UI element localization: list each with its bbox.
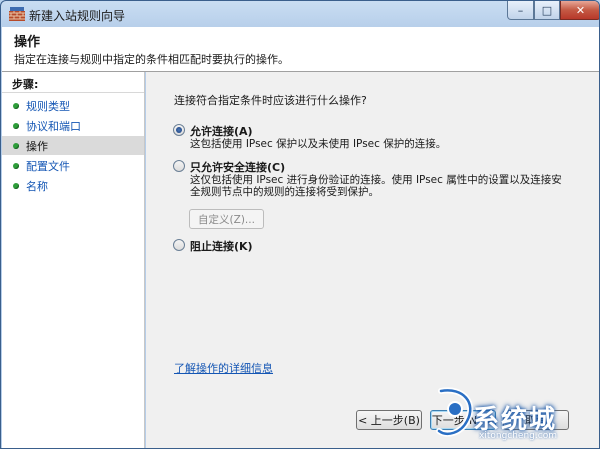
- sidebar-divider: [2, 92, 144, 93]
- step-profile[interactable]: 配置文件: [2, 156, 144, 175]
- description-line: 这仅包括使用 IPsec 进行身份验证的连接。使用 IPsec 属性中的设置以及…: [190, 174, 562, 186]
- step-bullet-icon: [13, 142, 19, 149]
- option-description: 这包括使用 IPsec 保护以及未使用 IPsec 保护的连接。: [190, 138, 446, 150]
- window-title: 新建入站规则向导: [29, 9, 126, 23]
- back-button[interactable]: < 上一步(B): [356, 410, 422, 430]
- page-description: 指定在连接与规则中指定的条件相匹配时要执行的操作。: [14, 53, 289, 66]
- page-header: 操作 指定在连接与规则中指定的条件相匹配时要执行的操作。: [2, 27, 599, 72]
- radio-block[interactable]: [173, 239, 185, 251]
- step-protocol-ports[interactable]: 协议和端口: [2, 116, 144, 135]
- step-label: 规则类型: [26, 99, 70, 113]
- option-allow-connection[interactable]: 允许连接(A): [173, 123, 253, 139]
- step-bullet-icon: [13, 182, 19, 189]
- step-name[interactable]: 名称: [2, 176, 144, 195]
- step-bullet-icon: [13, 162, 19, 169]
- steps-sidebar: 步骤: 规则类型 协议和端口 操作 配置文件 名称: [2, 72, 145, 448]
- radio-allow[interactable]: [173, 124, 185, 136]
- step-label: 配置文件: [26, 159, 70, 173]
- watermark-url: xitongcheng.com: [479, 431, 557, 441]
- description-line: 全规则节点中的规则的连接将受到保护。: [190, 186, 379, 198]
- step-label: 名称: [26, 179, 48, 193]
- option-label[interactable]: 阻止连接(K): [190, 238, 253, 254]
- step-bullet-icon: [13, 102, 19, 109]
- option-label[interactable]: 允许连接(A): [190, 123, 253, 139]
- step-rule-type[interactable]: 规则类型: [2, 96, 144, 115]
- option-description: 这仅包括使用 IPsec 进行身份验证的连接。使用 IPsec 属性中的设置以及…: [190, 174, 562, 198]
- option-block-connection[interactable]: 阻止连接(K): [173, 238, 253, 254]
- radio-secure[interactable]: [173, 160, 185, 172]
- close-button[interactable]: ✕: [560, 1, 599, 20]
- title-bar[interactable]: 新建入站规则向导 – □ ✕: [1, 1, 599, 27]
- description-line: 这包括使用 IPsec 保护以及未使用 IPsec 保护的连接。: [190, 138, 447, 150]
- page-title: 操作: [14, 35, 41, 50]
- step-label: 操作: [26, 139, 48, 153]
- option-label[interactable]: 只允许安全连接(C): [190, 159, 285, 175]
- wizard-window: 新建入站规则向导 – □ ✕ 操作 指定在连接与规则中指定的条件相匹配时要执行的…: [0, 0, 600, 449]
- option-allow-secure[interactable]: 只允许安全连接(C): [173, 159, 285, 175]
- minimize-button[interactable]: –: [507, 1, 534, 20]
- step-action[interactable]: 操作: [2, 136, 144, 155]
- site-watermark: 系统城 xitongcheng.com: [433, 383, 599, 448]
- learn-more-link[interactable]: 了解操作的详细信息: [174, 360, 273, 376]
- firewall-icon: [9, 7, 25, 21]
- maximize-button[interactable]: □: [534, 1, 560, 20]
- step-bullet-icon: [13, 122, 19, 129]
- step-label: 协议和端口: [26, 119, 81, 133]
- action-question: 连接符合指定条件时应该进行什么操作?: [174, 94, 367, 107]
- steps-heading: 步骤:: [12, 78, 39, 91]
- customize-button[interactable]: 自定义(Z)...: [189, 209, 264, 229]
